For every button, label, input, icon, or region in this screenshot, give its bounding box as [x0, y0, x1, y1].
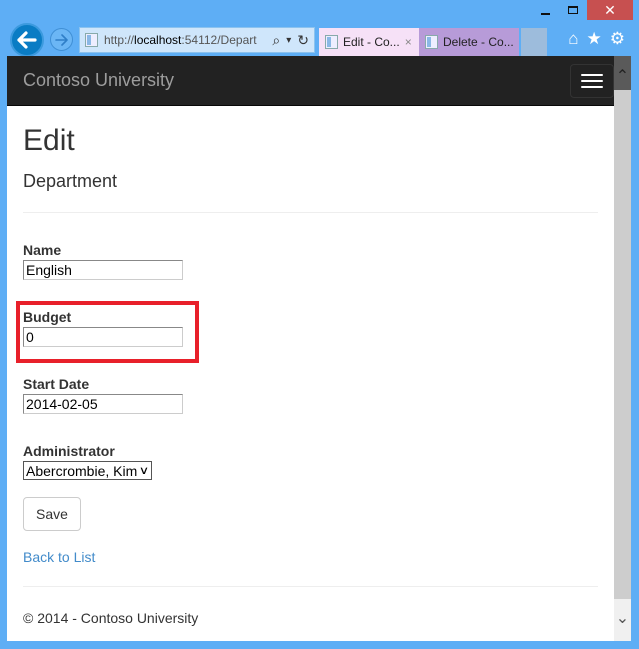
tab-edit[interactable]: Edit - Co... × [319, 28, 419, 56]
tab-label: Edit - Co... [343, 35, 400, 49]
close-tab-icon[interactable]: × [405, 35, 412, 49]
start-date-label: Start Date [23, 376, 90, 392]
hamburger-bar [581, 86, 603, 88]
refresh-icon[interactable]: ↻ [297, 32, 309, 49]
vertical-scrollbar[interactable]: ⌃ ⌄ [614, 56, 631, 641]
budget-input[interactable] [23, 327, 183, 347]
start-date-input[interactable] [23, 394, 183, 414]
url-rest: :54112/Depart [181, 33, 257, 47]
save-button[interactable]: Save [23, 496, 81, 531]
url-host: localhost [134, 33, 182, 47]
scroll-up-button[interactable]: ⌃ [614, 56, 631, 90]
name-label: Name [23, 242, 62, 258]
forward-button[interactable] [50, 28, 73, 51]
administrator-label: Administrator [23, 443, 115, 459]
page-icon [85, 33, 98, 47]
name-input[interactable] [23, 260, 183, 280]
budget-label: Budget [23, 309, 72, 325]
administrator-group: Administrator Abercrombie, Kim ∨ [23, 443, 598, 481]
url-scheme: http:// [104, 33, 135, 47]
page-icon [325, 35, 338, 49]
brand-link[interactable]: Contoso University [23, 70, 174, 91]
tab-delete[interactable]: Delete - Co... [419, 28, 519, 56]
dropdown-icon[interactable]: ▾ [286, 35, 291, 46]
favorites-star-icon[interactable]: ★ [587, 29, 602, 49]
page-subtitle: Department [23, 171, 118, 191]
close-window-button[interactable]: ✕ [587, 0, 633, 20]
maximize-icon [568, 6, 578, 14]
site-navbar: Contoso University [7, 56, 614, 106]
chevron-down-icon: ⌄ [615, 610, 630, 627]
page-title: Edit [23, 124, 75, 157]
hamburger-bar [581, 80, 603, 82]
minimize-button[interactable] [531, 0, 559, 20]
new-tab-button[interactable] [521, 28, 547, 56]
administrator-selected: Abercrombie, Kim [26, 462, 138, 479]
window-controls: ✕ [531, 0, 633, 22]
scroll-thumb[interactable] [614, 90, 631, 599]
back-arrow-icon [17, 31, 37, 49]
main-content: Edit Department Name Budget Start Date A… [7, 124, 614, 626]
gear-icon[interactable]: ⚙ [610, 29, 625, 49]
back-button[interactable] [10, 23, 44, 57]
page-icon [425, 35, 438, 49]
scroll-down-button[interactable]: ⌄ [614, 601, 631, 641]
back-to-list-link[interactable]: Back to List [23, 549, 598, 565]
search-icon[interactable]: ⌕ [272, 32, 280, 49]
chevron-down-icon: ∨ [139, 465, 150, 477]
browser-nav-row: http://localhost:54112/Depart ⌕ ▾ ↻ Edit… [0, 22, 639, 57]
close-icon: ✕ [604, 1, 616, 18]
home-icon[interactable]: ⌂ [568, 29, 578, 49]
chevron-up-icon: ⌃ [615, 68, 630, 85]
hamburger-bar [581, 74, 603, 76]
page-viewport: Contoso University Edit Department Name … [7, 56, 631, 641]
start-date-group: Start Date [23, 376, 598, 414]
browser-toolbar-icons: ⌂ ★ ⚙ [568, 29, 625, 49]
navbar-toggle-button[interactable] [570, 64, 614, 98]
footer-text: © 2014 - Contoso University [23, 609, 199, 626]
tab-label: Delete - Co... [443, 35, 514, 49]
divider [23, 212, 598, 213]
budget-group: Budget [16, 301, 598, 363]
name-group: Name [23, 242, 598, 280]
minimize-icon [540, 13, 550, 15]
administrator-select[interactable]: Abercrombie, Kim ∨ [23, 461, 153, 480]
maximize-button[interactable] [559, 0, 587, 20]
forward-arrow-icon [55, 33, 68, 46]
address-bar[interactable]: http://localhost:54112/Depart ⌕ ▾ ↻ [79, 27, 315, 53]
footer-divider [23, 585, 598, 587]
